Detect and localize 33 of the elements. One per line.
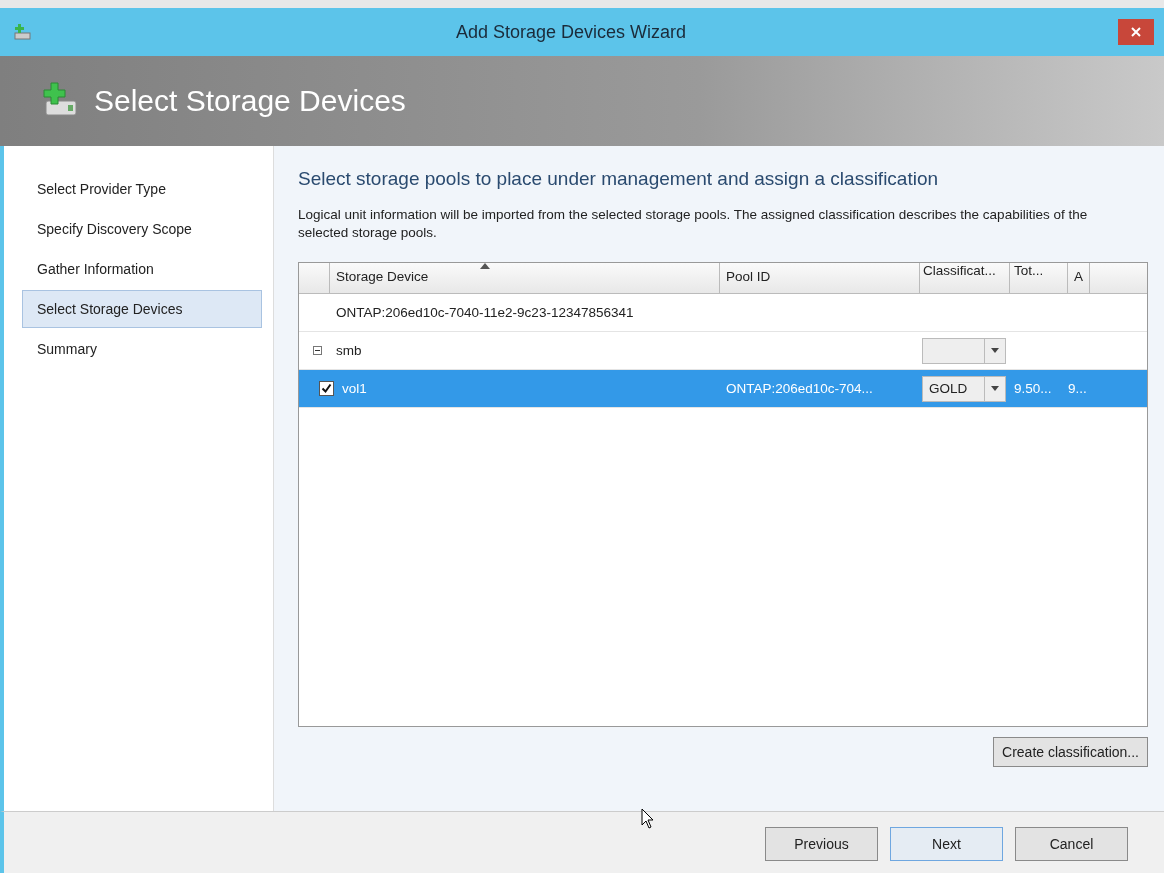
column-header[interactable]: Storage Device: [330, 263, 720, 293]
dropdown-arrow-icon: [991, 348, 999, 353]
collapse-icon[interactable]: [313, 346, 322, 355]
wizard-step[interactable]: Specify Discovery Scope: [22, 210, 262, 248]
provider-name: ONTAP:206ed10c-7040-11e2-9c23-12347856341: [335, 305, 635, 320]
wizard-step[interactable]: Gather Information: [22, 250, 262, 288]
pool-id: ONTAP:206ed10c-704...: [725, 381, 874, 396]
column-header[interactable]: A: [1068, 263, 1090, 293]
pool-name: smb: [335, 343, 363, 358]
storage-add-icon: [12, 22, 32, 42]
window-title: Add Storage Devices Wizard: [454, 21, 688, 43]
close-icon: [1131, 27, 1141, 37]
wizard-step[interactable]: Summary: [22, 330, 262, 368]
wizard-button[interactable]: Previous: [765, 826, 878, 861]
column-header[interactable]: Tot...: [1010, 263, 1068, 293]
description-text: Logical unit information will be imported from the selected storage pools. The assigned classification describes the capabilities of the selected storage pools.: [298, 206, 1089, 242]
mouse-pointer-icon: [641, 808, 655, 830]
classification-dropdown[interactable]: GOLD: [922, 375, 1006, 402]
dropdown-arrow-icon: [991, 386, 999, 391]
total-capacity: 9.50...: [1013, 381, 1053, 396]
wizard-step[interactable]: Select Storage Devices: [22, 290, 262, 328]
sort-arrow-icon: [480, 263, 490, 269]
wizard-step[interactable]: Select Provider Type: [22, 170, 262, 208]
create-classification-button[interactable]: Create classification...: [993, 737, 1148, 767]
checkbox[interactable]: [319, 381, 334, 397]
table-cell-text: 9...: [1068, 381, 1088, 396]
column-header[interactable]: Classificat...: [920, 263, 1010, 293]
column-header[interactable]: Pool ID: [720, 263, 920, 293]
wizard-button[interactable]: Next: [890, 826, 1003, 861]
close-button[interactable]: [1118, 19, 1154, 45]
section-heading: Select storage pools to place under management and assign a classification: [298, 168, 940, 190]
wizard-button[interactable]: Cancel: [1015, 826, 1128, 861]
page-title: Select Storage Devices: [94, 84, 406, 118]
